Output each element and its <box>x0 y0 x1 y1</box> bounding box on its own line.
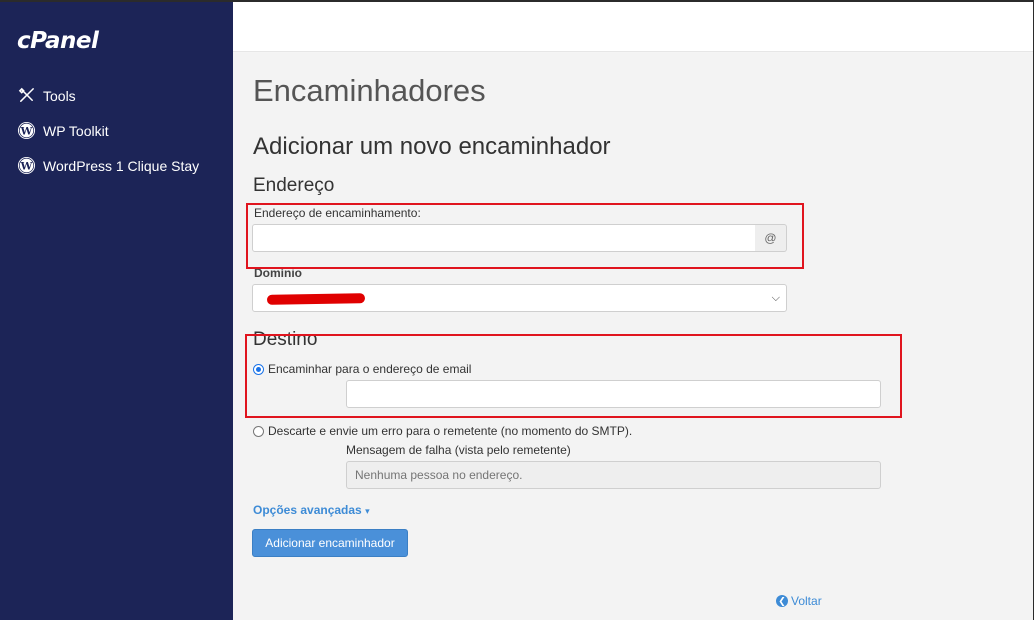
chevron-down-icon: ⌵ <box>771 292 780 304</box>
wordpress-icon: W <box>17 121 36 140</box>
address-heading: Endereço <box>253 175 335 196</box>
back-link[interactable]: ❮ Voltar <box>776 594 822 608</box>
failure-message-label: Mensagem de falha (vista pelo remetente) <box>346 443 571 457</box>
arrow-left-icon: ❮ <box>776 595 788 607</box>
option-forward-email[interactable]: Encaminhar para o endereço de email <box>253 362 471 376</box>
wordpress-icon: W <box>17 156 36 175</box>
caret-down-icon: ▾ <box>365 506 370 516</box>
top-bar <box>233 2 1033 52</box>
cpanel-logo[interactable]: cPanel <box>17 28 99 54</box>
redacted-domain-scribble <box>266 293 366 305</box>
sidebar-item-label: WordPress 1 Clique Stay <box>43 157 200 174</box>
tools-icon <box>18 87 34 102</box>
svg-text:W: W <box>20 125 33 137</box>
main-content: Encaminhadores Adicionar um novo encamin… <box>233 53 1033 620</box>
sidebar-item-label: Tools <box>43 87 76 104</box>
destination-email-input[interactable] <box>346 380 881 408</box>
failure-message-input[interactable] <box>346 461 881 489</box>
domain-label: Domínio <box>254 266 302 280</box>
advanced-options-toggle[interactable]: Opções avançadas ▾ <box>253 503 370 517</box>
add-forwarder-button[interactable]: Adicionar encaminhador <box>252 529 408 557</box>
destination-heading: Destino <box>253 329 318 350</box>
back-label: Voltar <box>791 594 822 608</box>
svg-text:W: W <box>20 160 33 172</box>
sidebar-item-tools[interactable]: Tools <box>17 86 76 105</box>
forward-address-input[interactable] <box>252 224 756 252</box>
forward-address-label: Endereço de encaminhamento: <box>254 206 421 220</box>
sidebar-item-label: WP Toolkit <box>43 122 109 139</box>
page-subtitle: Adicionar um novo encaminhador <box>253 133 611 160</box>
at-symbol-addon: @ <box>755 224 787 252</box>
screen: cPanel Tools W WP Toolkit W WordPress 1 … <box>0 0 1034 620</box>
sidebar: cPanel Tools W WP Toolkit W WordPress 1 … <box>0 2 233 620</box>
page-title: Encaminhadores <box>253 73 486 108</box>
discard-label: Descarte e envie um erro para o remetent… <box>268 424 633 438</box>
domain-select[interactable]: ⌵ <box>252 284 787 312</box>
forward-email-radio[interactable] <box>253 363 264 375</box>
advanced-options-label: Opções avançadas <box>253 503 362 517</box>
sidebar-item-wordpress-1-clique-stay[interactable]: W WordPress 1 Clique Stay <box>17 156 199 175</box>
discard-radio[interactable] <box>253 425 264 437</box>
option-discard[interactable]: Descarte e envie um erro para o remetent… <box>253 424 632 438</box>
sidebar-item-wp-toolkit[interactable]: W WP Toolkit <box>17 121 109 140</box>
forward-email-label: Encaminhar para o endereço de email <box>268 362 472 376</box>
